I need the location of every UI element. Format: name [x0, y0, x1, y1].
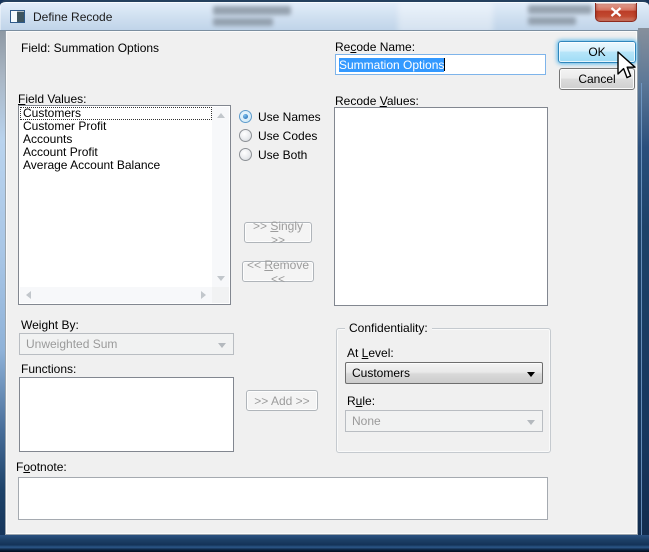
remove-button[interactable]: << Remove <<: [242, 261, 314, 282]
chevron-down-icon: [218, 343, 226, 348]
footnote-label: Footnote:: [16, 460, 67, 474]
confidentiality-group: Confidentiality: At Level: Customers Rul…: [336, 328, 551, 453]
weight-by-label: Weight By:: [21, 318, 79, 332]
dialog-content: Field: Summation Options Recode Name: Su…: [5, 31, 638, 535]
at-level-dropdown[interactable]: Customers: [345, 362, 543, 384]
backdrop-blur-blob: [213, 6, 291, 15]
backdrop-light-band: [398, 2, 493, 31]
backdrop-blur-blob: [213, 18, 273, 26]
scrollbar-corner: [212, 287, 229, 303]
mouse-cursor: [615, 50, 639, 82]
radio-selected-icon[interactable]: [239, 110, 252, 123]
recode-values-label: Recode Values:: [335, 94, 419, 108]
horizontal-scrollbar[interactable]: [20, 287, 212, 303]
footnote-input[interactable]: [18, 477, 548, 520]
recode-name-input[interactable]: Summation Options: [335, 54, 546, 75]
functions-listbox[interactable]: [19, 377, 234, 452]
scroll-right-icon[interactable]: [201, 291, 206, 299]
chevron-down-icon: [527, 372, 535, 377]
radio-unselected-icon[interactable]: [239, 129, 252, 142]
singly-button[interactable]: >> Singly >>: [244, 222, 312, 243]
close-button[interactable]: [595, 3, 637, 22]
chevron-down-icon: [527, 420, 535, 425]
title-bar[interactable]: Define Recode: [0, 0, 649, 31]
backdrop-blur-blob: [528, 5, 592, 14]
define-recode-dialog: Define Recode Field: Summation Options R…: [0, 0, 649, 552]
radio-option-use-codes[interactable]: Use Codes: [239, 126, 321, 145]
window-border-bottom: [0, 535, 649, 552]
window-title: Define Recode: [33, 10, 112, 24]
recode-values-listbox[interactable]: [334, 107, 548, 306]
selected-text: Summation Options: [339, 58, 444, 72]
scroll-left-icon[interactable]: [26, 291, 31, 299]
radio-option-use-names[interactable]: Use Names: [239, 107, 321, 126]
scroll-up-icon[interactable]: [217, 113, 225, 118]
weight-by-dropdown[interactable]: Unweighted Sum: [19, 333, 234, 355]
at-level-label: At Level:: [347, 346, 394, 360]
radio-option-use-both[interactable]: Use Both: [239, 145, 321, 164]
app-icon[interactable]: [10, 10, 25, 23]
field-values-label: Field Values:: [18, 92, 87, 106]
rule-label: Rule:: [347, 394, 375, 408]
field-info-label: Field: Summation Options: [21, 41, 159, 55]
field-values-listbox[interactable]: Customers Customer Profit Accounts Accou…: [18, 105, 231, 305]
backdrop-blur-blob: [528, 17, 576, 25]
rule-dropdown[interactable]: None: [345, 410, 543, 432]
list-item[interactable]: Average Account Balance: [20, 159, 212, 172]
text-caret: [444, 58, 445, 71]
close-icon: [610, 7, 622, 17]
use-names-codes-radio-group: Use Names Use Codes Use Both: [239, 107, 321, 164]
window-border-right: [638, 28, 649, 552]
recode-name-label: Recode Name:: [335, 40, 415, 54]
scroll-down-icon[interactable]: [217, 276, 225, 281]
functions-label: Functions:: [21, 362, 76, 376]
confidentiality-group-label: Confidentiality:: [345, 321, 432, 335]
radio-unselected-icon[interactable]: [239, 148, 252, 161]
vertical-scrollbar[interactable]: [212, 107, 229, 287]
add-button[interactable]: >> Add >>: [246, 390, 318, 411]
